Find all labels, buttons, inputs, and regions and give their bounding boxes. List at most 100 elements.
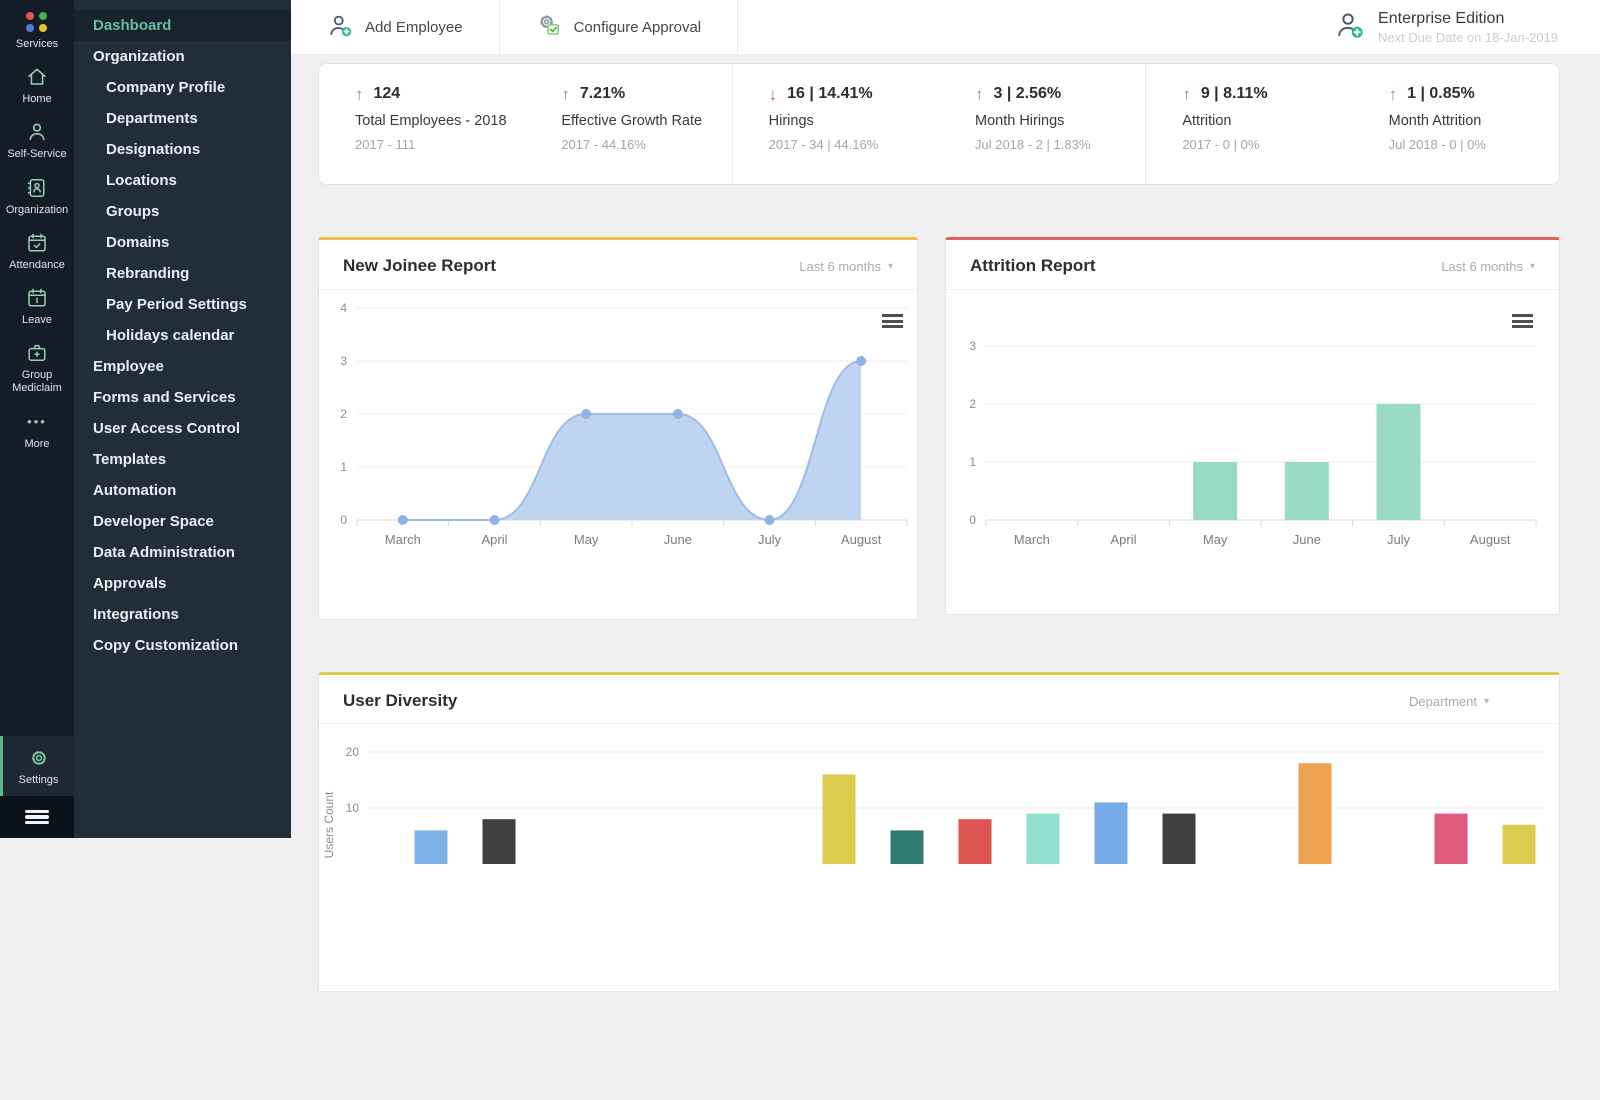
sidebar-item-dashboard[interactable]: Dashboard: [74, 10, 291, 41]
configure-approval-button[interactable]: Configure Approval: [500, 0, 738, 54]
edition-due-date: Next Due Date on 18-Jan-2019: [1378, 30, 1558, 45]
sidebar-item-label: Developer Space: [93, 513, 214, 530]
service-dot: [26, 12, 34, 20]
arrow-up-icon: ↑: [975, 86, 984, 103]
sidebar-item-company-profile[interactable]: Company Profile: [74, 72, 291, 103]
sidebar-item-rebranding[interactable]: Rebranding: [74, 258, 291, 289]
sidebar-item-label: Departments: [106, 110, 198, 127]
main-area: Add Employee Configure Approval: [291, 0, 1600, 1100]
org-book-icon: [25, 175, 49, 201]
sidebar-item-label: Locations: [106, 172, 177, 189]
sidebar-item-label: Integrations: [93, 606, 179, 623]
user-diversity-chart: 1020Users Count: [319, 725, 1559, 985]
sidebar-item-employee[interactable]: Employee: [74, 351, 291, 382]
edition-info[interactable]: Enterprise Edition Next Due Date on 18-J…: [1334, 9, 1600, 46]
sidebar-item-label: Rebranding: [106, 265, 189, 282]
svg-text:4: 4: [340, 301, 347, 315]
rail-item-label: Leave: [20, 314, 54, 327]
attrition-report-card: Attrition Report Last 6 months ▾ 0123Mar…: [945, 237, 1560, 615]
calendar-icon: [25, 285, 49, 311]
chart-menu-icon[interactable]: [1512, 314, 1533, 331]
configure-approval-label: Configure Approval: [574, 19, 702, 36]
rail-item-leave[interactable]: Leave: [0, 285, 74, 327]
add-employee-button[interactable]: Add Employee: [291, 0, 499, 54]
stat-item-hirings: ↓16 | 14.41%Hirings2017 - 34 | 44.16%: [732, 64, 939, 184]
chart-menu-icon[interactable]: [882, 314, 903, 331]
sidebar-item-data-administration[interactable]: Data Administration: [74, 537, 291, 568]
sidebar-item-approvals[interactable]: Approvals: [74, 568, 291, 599]
rail-item-label: Group Mediclaim: [0, 369, 74, 395]
rail-item-home[interactable]: Home: [0, 64, 74, 106]
services-dots: [26, 12, 48, 32]
sidebar-item-templates[interactable]: Templates: [74, 444, 291, 475]
svg-text:20: 20: [346, 745, 360, 759]
collapse-menu-button[interactable]: [0, 796, 74, 838]
rail-item-label: Settings: [17, 774, 61, 787]
stat-value: 1 | 0.85%: [1407, 85, 1475, 103]
sidebar-item-copy-customization[interactable]: Copy Customization: [74, 630, 291, 661]
sidebar-item-label: Domains: [106, 234, 169, 251]
sidebar-item-integrations[interactable]: Integrations: [74, 599, 291, 630]
stat-previous-value: Jul 2018 - 0 | 0%: [1389, 137, 1553, 152]
svg-text:3: 3: [969, 339, 976, 353]
sidebar-item-automation[interactable]: Automation: [74, 475, 291, 506]
user-diversity-card: User Diversity Department ▾ 1020Users Co…: [318, 672, 1560, 992]
sidebar-item-groups[interactable]: Groups: [74, 196, 291, 227]
dots-icon: •••: [27, 409, 47, 435]
rail-item-services[interactable]: Services: [0, 9, 74, 51]
sidebar-item-departments[interactable]: Departments: [74, 103, 291, 134]
sidebar-item-label: Approvals: [93, 575, 166, 592]
topbar-divider: [737, 0, 738, 55]
stat-top: ↑ 1 | 0.85%: [1389, 85, 1553, 103]
kpi-summary-card: ↑124Total Employees - 20182017 - 111↑7.2…: [318, 63, 1560, 185]
sidebar-item-domains[interactable]: Domains: [74, 227, 291, 258]
new-joinee-report-card: New Joinee Report Last 6 months ▾ 01234M…: [318, 237, 918, 620]
svg-text:July: July: [1387, 532, 1411, 547]
svg-text:June: June: [1293, 532, 1321, 547]
charts-row: New Joinee Report Last 6 months ▾ 01234M…: [318, 237, 1560, 620]
stat-top: ↑ 7.21%: [561, 85, 725, 103]
rail-item-organization[interactable]: Organization: [0, 175, 74, 217]
svg-text:May: May: [574, 532, 599, 547]
settings-sidebar: Dashboard Organization Company Profile Depa…: [74, 0, 291, 838]
stat-value: 7.21%: [580, 85, 625, 103]
arrow-up-icon: ↑: [1389, 86, 1398, 103]
rail-items: Services Home Self-Service Organization Atte…: [0, 0, 74, 451]
sidebar-item-label: Dashboard: [93, 17, 171, 34]
rail-item-label: Services: [14, 38, 60, 51]
sidebar-item-pay-period-settings[interactable]: Pay Period Settings: [74, 289, 291, 320]
svg-text:3: 3: [340, 354, 347, 368]
card-header: User Diversity Department ▾: [319, 675, 1559, 724]
stat-top: ↑124: [355, 85, 519, 103]
svg-text:June: June: [664, 532, 692, 547]
sidebar-item-user-access-control[interactable]: User Access Control: [74, 413, 291, 444]
rail-item-attendance[interactable]: Attendance: [0, 230, 74, 272]
sidebar-item-designations[interactable]: Designations: [74, 134, 291, 165]
rail-item-label: Self-Service: [5, 148, 68, 161]
stat-previous-value: 2017 - 111: [355, 137, 519, 152]
calendar-check-icon: [25, 230, 49, 256]
sidebar-item-label: Organization: [93, 48, 185, 65]
stat-previous-value: 2017 - 44.16%: [561, 137, 725, 152]
sidebar-item-forms-and-services[interactable]: Forms and Services: [74, 382, 291, 413]
rail-item-self-service[interactable]: Self-Service: [0, 119, 74, 161]
sidebar-item-organization[interactable]: Organization: [74, 41, 291, 72]
stat-value: 16 | 14.41%: [787, 85, 872, 103]
topbar: Add Employee Configure Approval: [291, 0, 1600, 55]
stat-item-month-attrition: ↑1 | 0.85%Month AttritionJul 2018 - 0 | …: [1353, 64, 1559, 184]
stat-label: Effective Growth Rate: [561, 113, 725, 129]
svg-text:April: April: [481, 532, 507, 547]
svg-text:May: May: [1203, 532, 1228, 547]
rail-item-settings[interactable]: Settings: [0, 736, 74, 796]
diversity-filter-select[interactable]: Department ▾: [1409, 694, 1489, 709]
rail-item-more[interactable]: •••More: [0, 409, 74, 451]
sidebar-item-developer-space[interactable]: Developer Space: [74, 506, 291, 537]
arrow-up-icon: ↑: [561, 86, 570, 103]
service-dot: [39, 24, 47, 32]
stat-item-month-hirings: ↑3 | 2.56%Month HiringsJul 2018 - 2 | 1.…: [939, 64, 1145, 184]
rail-item-group-mediclaim[interactable]: Group Mediclaim: [0, 340, 74, 395]
svg-text:March: March: [1014, 532, 1050, 547]
sidebar-item-locations[interactable]: Locations: [74, 165, 291, 196]
service-dot: [39, 12, 47, 20]
sidebar-item-holidays-calendar[interactable]: Holidays calendar: [74, 320, 291, 351]
